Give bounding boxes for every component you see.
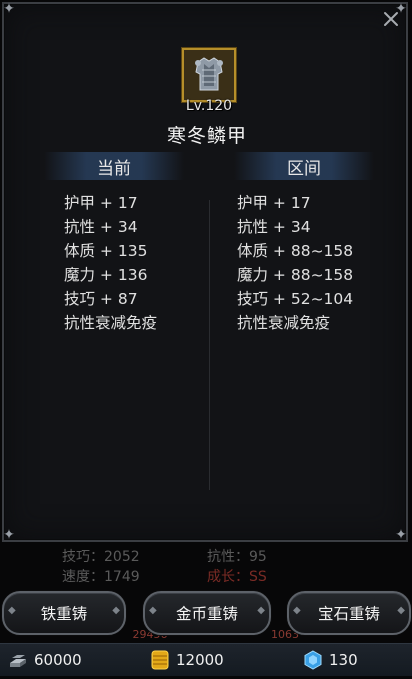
bg-growth-text: 成长：SS <box>207 569 267 585</box>
current-stat: 技巧 + 87 <box>64 290 138 308</box>
gem-reforge-label: 宝石重铸 <box>317 605 380 623</box>
range-stat: 技巧 + 52~104 <box>237 290 354 308</box>
bg-speed-text: 速度：1749 <box>62 569 140 585</box>
button-ornament-icon: ◆ <box>257 605 265 616</box>
current-stat: 护甲 + 17 <box>64 194 138 212</box>
button-ornament-icon: ◆ <box>397 605 405 616</box>
close-button[interactable] <box>377 8 405 30</box>
button-ornament-icon: ◆ <box>8 605 16 616</box>
range-stat: 魔力 + 88~158 <box>237 266 354 284</box>
current-column-header: 当前 <box>44 152 184 180</box>
range-stat: 护甲 + 17 <box>237 194 311 212</box>
current-stat: 抗性衰减免疫 <box>64 314 158 332</box>
resource-bar: 60000 12000 130 <box>0 643 412 676</box>
gem-amount: 130 <box>329 651 358 669</box>
gold-reforge-label: 金币重铸 <box>175 605 238 623</box>
item-level: Lv.120 <box>185 98 233 114</box>
button-ornament-icon: ◆ <box>112 605 120 616</box>
blue-gem-icon <box>304 650 322 670</box>
current-stat: 体质 + 135 <box>64 242 148 260</box>
current-stat: 魔力 + 136 <box>64 266 148 284</box>
bg-skill-text: 技巧：2052 <box>62 549 140 565</box>
range-stat: 抗性 + 34 <box>237 218 311 236</box>
corner-ornament-icon: ✦ <box>3 527 15 543</box>
button-ornament-icon: ◆ <box>149 605 157 616</box>
gem-resource: 130 <box>303 644 358 676</box>
iron-reforge-button[interactable]: ◆ 铁重铸 ◆ <box>2 591 126 635</box>
gold-amount: 12000 <box>176 651 224 669</box>
current-stat: 抗性 + 34 <box>64 218 138 236</box>
range-stats-list: 护甲 + 17 抗性 + 34 体质 + 88~158 魔力 + 88~158 … <box>237 191 353 335</box>
range-stat: 抗性衰减免疫 <box>237 314 331 332</box>
gold-reforge-button[interactable]: ◆ 金币重铸 ◆ <box>143 591 271 635</box>
gold-coin-stack-icon <box>151 650 169 670</box>
iron-ingot-icon <box>10 655 26 667</box>
iron-reforge-label: 铁重铸 <box>40 605 88 623</box>
close-icon <box>384 12 398 26</box>
gem-reforge-button[interactable]: ◆ 宝石重铸 ◆ <box>287 591 411 635</box>
range-stat: 体质 + 88~158 <box>237 242 354 260</box>
range-column-header: 区间 <box>234 152 374 180</box>
column-divider <box>209 200 210 490</box>
bg-resist-text: 抗性：95 <box>207 549 267 565</box>
corner-ornament-icon: ✦ <box>395 527 407 543</box>
gold-resource: 12000 <box>150 644 224 676</box>
iron-amount: 60000 <box>34 651 82 669</box>
iron-resource: 60000 <box>8 644 82 676</box>
current-stats-list: 护甲 + 17 抗性 + 34 体质 + 135 魔力 + 136 技巧 + 8… <box>64 191 157 335</box>
button-ornament-icon: ◆ <box>293 605 301 616</box>
armor-item-icon <box>182 48 236 102</box>
reforge-dialog: ✦ ✦ ✦ ✦ Lv.120 寒冬鳞甲 当前 区间 护甲 + 17 抗性 + 3… <box>2 1 408 543</box>
corner-ornament-icon: ✦ <box>3 1 15 17</box>
item-name: 寒冬鳞甲 <box>166 125 247 147</box>
armor-icon <box>184 50 234 100</box>
